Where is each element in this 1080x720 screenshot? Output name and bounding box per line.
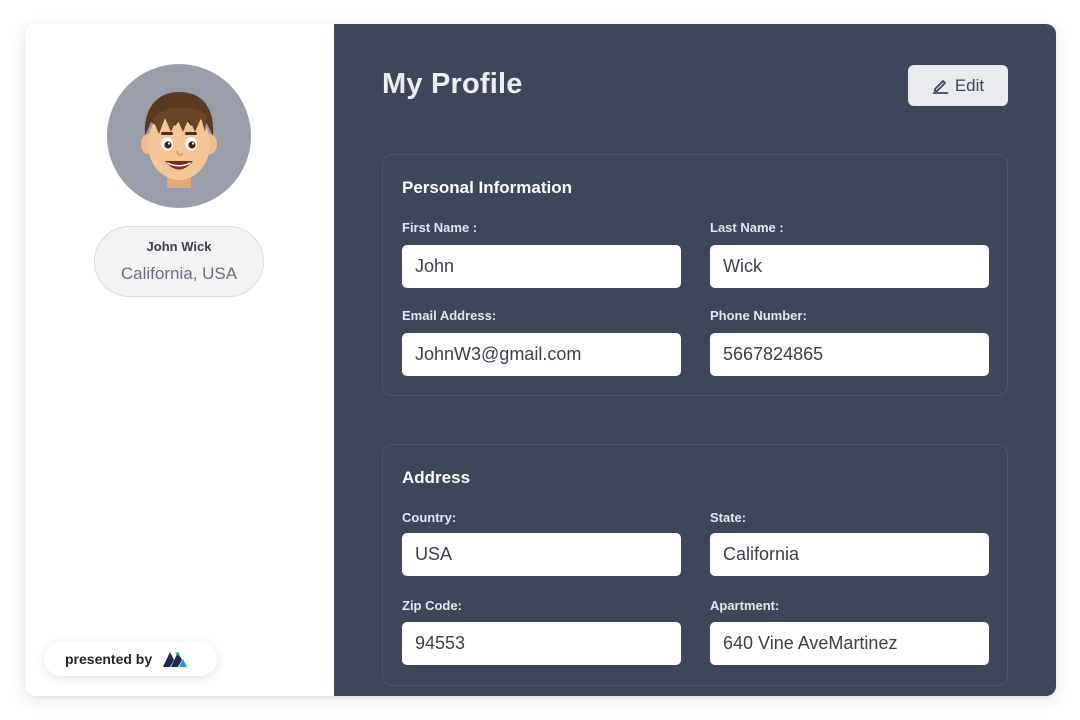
profile-name-card: John Wick California, USA: [94, 226, 264, 297]
profile-sidebar: John Wick California, USA presented by: [25, 24, 334, 696]
state-label: State:: [710, 510, 747, 525]
profile-location: California, USA: [120, 264, 238, 283]
address-title: Address: [402, 468, 471, 487]
page-title: My Profile: [382, 68, 523, 100]
pencil-icon: [932, 77, 949, 94]
profile-card: John Wick California, USA presented by M…: [25, 24, 1056, 696]
personal-information-title: Personal Information: [402, 178, 573, 197]
email-input[interactable]: [402, 333, 681, 376]
avatar: [107, 64, 251, 208]
m-logo-icon: [161, 650, 189, 668]
profile-main-panel: My Profile Edit Personal Information Fir…: [334, 24, 1056, 696]
apartment-input[interactable]: [710, 622, 989, 665]
phone-input[interactable]: [710, 333, 989, 376]
edit-button[interactable]: Edit: [908, 65, 1008, 106]
personal-information-section: Personal Information First Name : Last N…: [382, 154, 1008, 396]
first-name-input[interactable]: [402, 245, 681, 288]
zip-code-label: Zip Code:: [402, 598, 462, 613]
presented-by-text: presented by: [65, 651, 153, 667]
state-input[interactable]: [710, 533, 989, 576]
phone-label: Phone Number:: [710, 308, 807, 323]
country-input[interactable]: [402, 533, 681, 576]
presented-by-badge[interactable]: presented by: [44, 642, 217, 676]
email-label: Email Address:: [402, 308, 497, 323]
last-name-input[interactable]: [710, 245, 989, 288]
country-label: Country:: [402, 510, 457, 525]
last-name-label: Last Name :: [710, 220, 784, 235]
profile-name: John Wick: [146, 239, 212, 254]
first-name-label: First Name :: [402, 220, 478, 235]
apartment-label: Apartment:: [710, 598, 780, 613]
edit-button-label: Edit: [954, 75, 985, 95]
address-section: Address Country: State: Zip Code: Apartm…: [382, 444, 1008, 686]
zip-code-input[interactable]: [402, 622, 681, 665]
avatar-memoji-icon: [141, 92, 217, 188]
